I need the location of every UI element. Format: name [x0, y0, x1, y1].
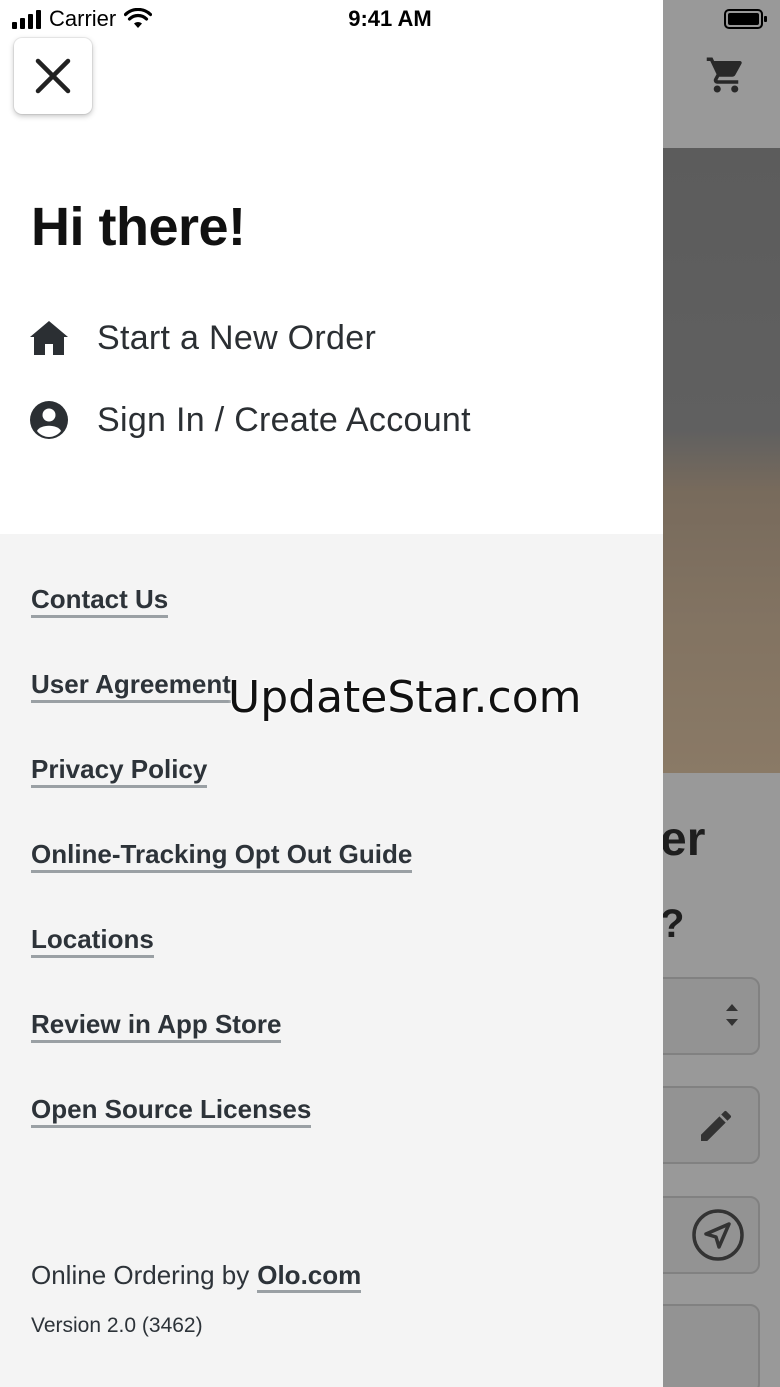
user-agreement-link[interactable]: User Agreement [31, 669, 231, 703]
start-new-order-label: Start a New Order [97, 318, 377, 357]
greeting-title: Hi there! [31, 197, 246, 257]
close-icon [35, 58, 71, 94]
battery-icon [724, 9, 767, 29]
version-label: Version 2.0 (3462) [31, 1314, 203, 1337]
close-button[interactable] [14, 38, 92, 114]
status-bar: Carrier 9:41 AM [0, 0, 780, 40]
footer-prefix: Online Ordering by [31, 1260, 250, 1290]
sign-in-item[interactable]: Sign In / Create Account [28, 390, 471, 450]
drawer-top-section [0, 0, 663, 534]
watermark: UpdateStar.com [228, 672, 582, 723]
contact-us-link[interactable]: Contact Us [31, 584, 169, 618]
home-icon [28, 317, 70, 359]
account-circle-icon [28, 399, 70, 441]
footer-credit: Online Ordering by Olo.com [31, 1260, 362, 1293]
start-new-order-item[interactable]: Start a New Order [28, 308, 376, 368]
privacy-policy-link[interactable]: Privacy Policy [31, 754, 208, 788]
sign-in-label: Sign In / Create Account [97, 400, 471, 439]
olo-link[interactable]: Olo.com [257, 1260, 362, 1293]
opt-out-guide-link[interactable]: Online-Tracking Opt Out Guide [31, 839, 413, 873]
status-time: 9:41 AM [348, 6, 432, 31]
open-source-licenses-link[interactable]: Open Source Licenses [31, 1094, 312, 1128]
review-app-store-link[interactable]: Review in App Store [31, 1009, 282, 1043]
locations-link[interactable]: Locations [31, 924, 154, 958]
